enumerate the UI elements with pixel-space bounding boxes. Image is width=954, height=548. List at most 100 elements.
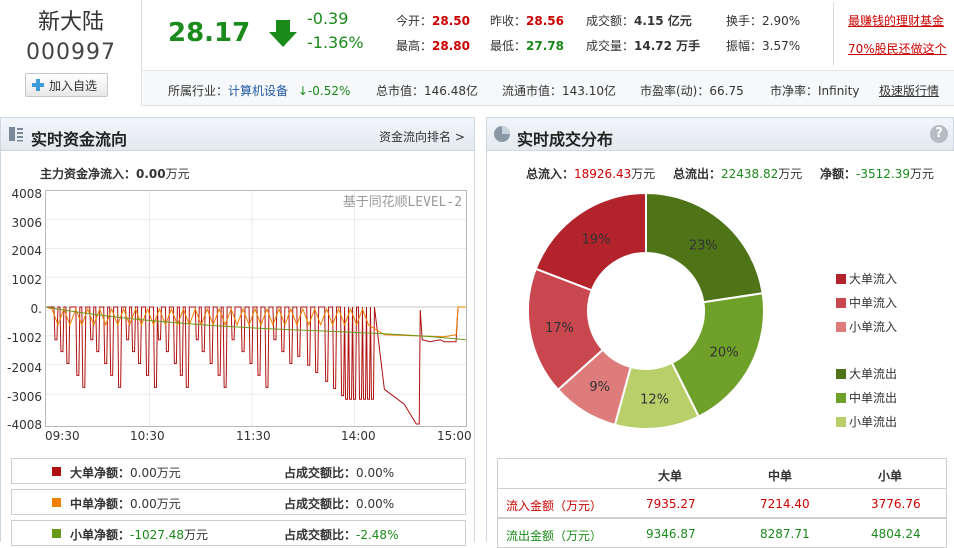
x-tick: 15:00 <box>437 429 472 443</box>
total-inflow: 总流入：18926.43万元 <box>526 167 656 181</box>
legend-swatch <box>836 298 846 308</box>
legend-swatch <box>836 393 846 403</box>
pie-chart-icon <box>494 126 510 142</box>
legend-swatch <box>836 417 846 427</box>
money-flow-title: 实时资金流向 <box>31 130 128 149</box>
pe-ratio: 市盈率(动)：66.75 <box>640 84 744 98</box>
prev-close-quote: 昨收：28.56 <box>490 14 564 28</box>
slice-label: 9% <box>589 380 610 395</box>
large-order-ratio: 0.00% <box>356 466 395 480</box>
x-tick: 14:00 <box>341 429 376 443</box>
list-icon <box>9 127 23 142</box>
amount-quote: 成交额：4.15 亿元 <box>586 14 692 28</box>
y-tick: -3006 <box>7 390 42 404</box>
stock-identity: 新大陆 000997 加入自选 <box>0 0 142 106</box>
legend-small-inflow: 小单流入 <box>836 318 897 335</box>
table-cell: 7214.40 <box>760 497 810 511</box>
table-header: 大单 <box>658 469 683 483</box>
volume-value: 14.72 万手 <box>634 39 701 53</box>
industry-change: ↓-0.52% <box>297 84 351 98</box>
net-amount: 净额：-3512.39万元 <box>820 167 934 181</box>
slice-label: 17% <box>545 321 574 336</box>
help-icon[interactable]: ? <box>930 125 948 143</box>
legend-medium-outflow: 中单流出 <box>836 389 897 406</box>
high-value: 28.80 <box>432 39 470 53</box>
slice-label: 19% <box>582 233 611 248</box>
high-quote: 最高：28.80 <box>396 39 470 53</box>
net-inflow-value: 0.00 <box>136 167 166 181</box>
fast-version-link[interactable]: 极速版行情 <box>879 82 939 99</box>
x-tick: 10:30 <box>130 429 165 443</box>
industry-info: 所属行业：计算机设备 ↓-0.52% <box>168 84 351 98</box>
chart-watermark: 基于同花顺LEVEL-2 <box>343 194 462 210</box>
volume-quote: 成交量：14.72 万手 <box>586 39 701 53</box>
medium-order-swatch <box>52 498 61 507</box>
promo-link-1[interactable]: 最赚钱的理财基金 <box>848 12 944 29</box>
y-tick: -2004 <box>7 361 42 375</box>
slice-label: 12% <box>640 393 669 408</box>
promo-link-2[interactable]: 70%股民还做这个 <box>848 40 947 57</box>
row-label: 流入金额（万元） <box>506 499 603 513</box>
price-change-pct: -1.36% <box>307 33 364 52</box>
row-label: 流出金额（万元） <box>506 529 603 543</box>
net-inflow-summary: 主力资金净流入：0.00万元 <box>40 167 190 181</box>
small-order-net-value: -1027.48 <box>130 528 184 542</box>
y-tick: -4008 <box>7 418 42 432</box>
stock-name: 新大陆 <box>37 10 104 35</box>
y-tick: 3006 <box>11 216 42 230</box>
legend-medium-inflow: 中单流入 <box>836 294 897 311</box>
prev-close-value: 28.56 <box>526 14 564 28</box>
x-tick: 11:30 <box>236 429 271 443</box>
distribution-donut-chart: 23% 20% 12% 9% 17% 19% <box>527 191 765 430</box>
turnover-value: 2.90% <box>762 14 801 28</box>
table-header: 中单 <box>768 469 793 483</box>
industry-link[interactable]: 计算机设备 <box>228 84 288 98</box>
table-header: 小单 <box>878 469 903 483</box>
trade-distribution-title: 实时成交分布 <box>517 130 614 149</box>
table-cell: 3776.76 <box>871 497 921 511</box>
total-inflow-value: 18926.43 <box>574 167 632 181</box>
table-cell: 7935.27 <box>646 497 696 511</box>
total-outflow-value: 22438.82 <box>721 167 779 181</box>
low-quote: 最低：27.78 <box>490 39 564 53</box>
y-tick: 4008 <box>11 187 42 201</box>
table-cell: 8287.71 <box>760 527 810 541</box>
low-value: 27.78 <box>526 39 564 53</box>
small-order-net-row: 小单净额：-1027.48万元 占成交额比：-2.48% <box>11 520 466 546</box>
medium-order-net-row: 中单净额：0.00万元 占成交额比：0.00% <box>11 489 466 515</box>
large-order-swatch <box>52 467 61 476</box>
amplitude-value: 3.57% <box>762 39 801 53</box>
down-arrow-icon <box>269 20 297 47</box>
table-cell: 9346.87 <box>646 527 696 541</box>
large-order-line <box>46 306 466 425</box>
money-flow-rank-link[interactable]: 资金流向排名 > <box>379 128 465 145</box>
current-price: 28.17 <box>168 18 251 48</box>
plus-icon <box>32 79 44 91</box>
open-quote: 今开：28.50 <box>396 14 470 28</box>
open-value: 28.50 <box>432 14 470 28</box>
x-tick: 09:30 <box>45 429 80 443</box>
y-tick: -1002 <box>7 331 42 345</box>
y-tick: 1002 <box>11 273 42 287</box>
money-flow-header: 实时资金流向 资金流向排名 > <box>0 117 475 151</box>
small-order-swatch <box>52 529 61 538</box>
turnover-quote: 换手：2.90% <box>726 14 801 28</box>
medium-order-line <box>46 306 466 338</box>
money-flow-chart: 基于同花顺LEVEL-2 <box>45 190 467 427</box>
chart-lines <box>46 306 466 425</box>
legend-large-inflow: 大单流入 <box>836 270 897 287</box>
divider <box>833 2 834 66</box>
legend-swatch <box>836 369 846 379</box>
net-amount-value: -3512.39 <box>856 167 910 181</box>
y-tick: 0. <box>30 302 42 316</box>
small-order-ratio: -2.48% <box>356 528 399 542</box>
y-tick: 2004 <box>11 244 42 258</box>
trade-distribution-header: 实时成交分布 <box>486 117 954 151</box>
medium-order-net-value: 0.00 <box>130 497 157 511</box>
stock-code: 000997 <box>26 40 116 65</box>
flow-table-header: 大单 中单 小单 <box>497 458 947 488</box>
legend-small-outflow: 小单流出 <box>836 413 897 430</box>
total-outflow: 总流出：22438.82万元 <box>673 167 803 181</box>
add-watchlist-button[interactable]: 加入自选 <box>25 73 108 97</box>
legend-swatch <box>836 322 846 332</box>
